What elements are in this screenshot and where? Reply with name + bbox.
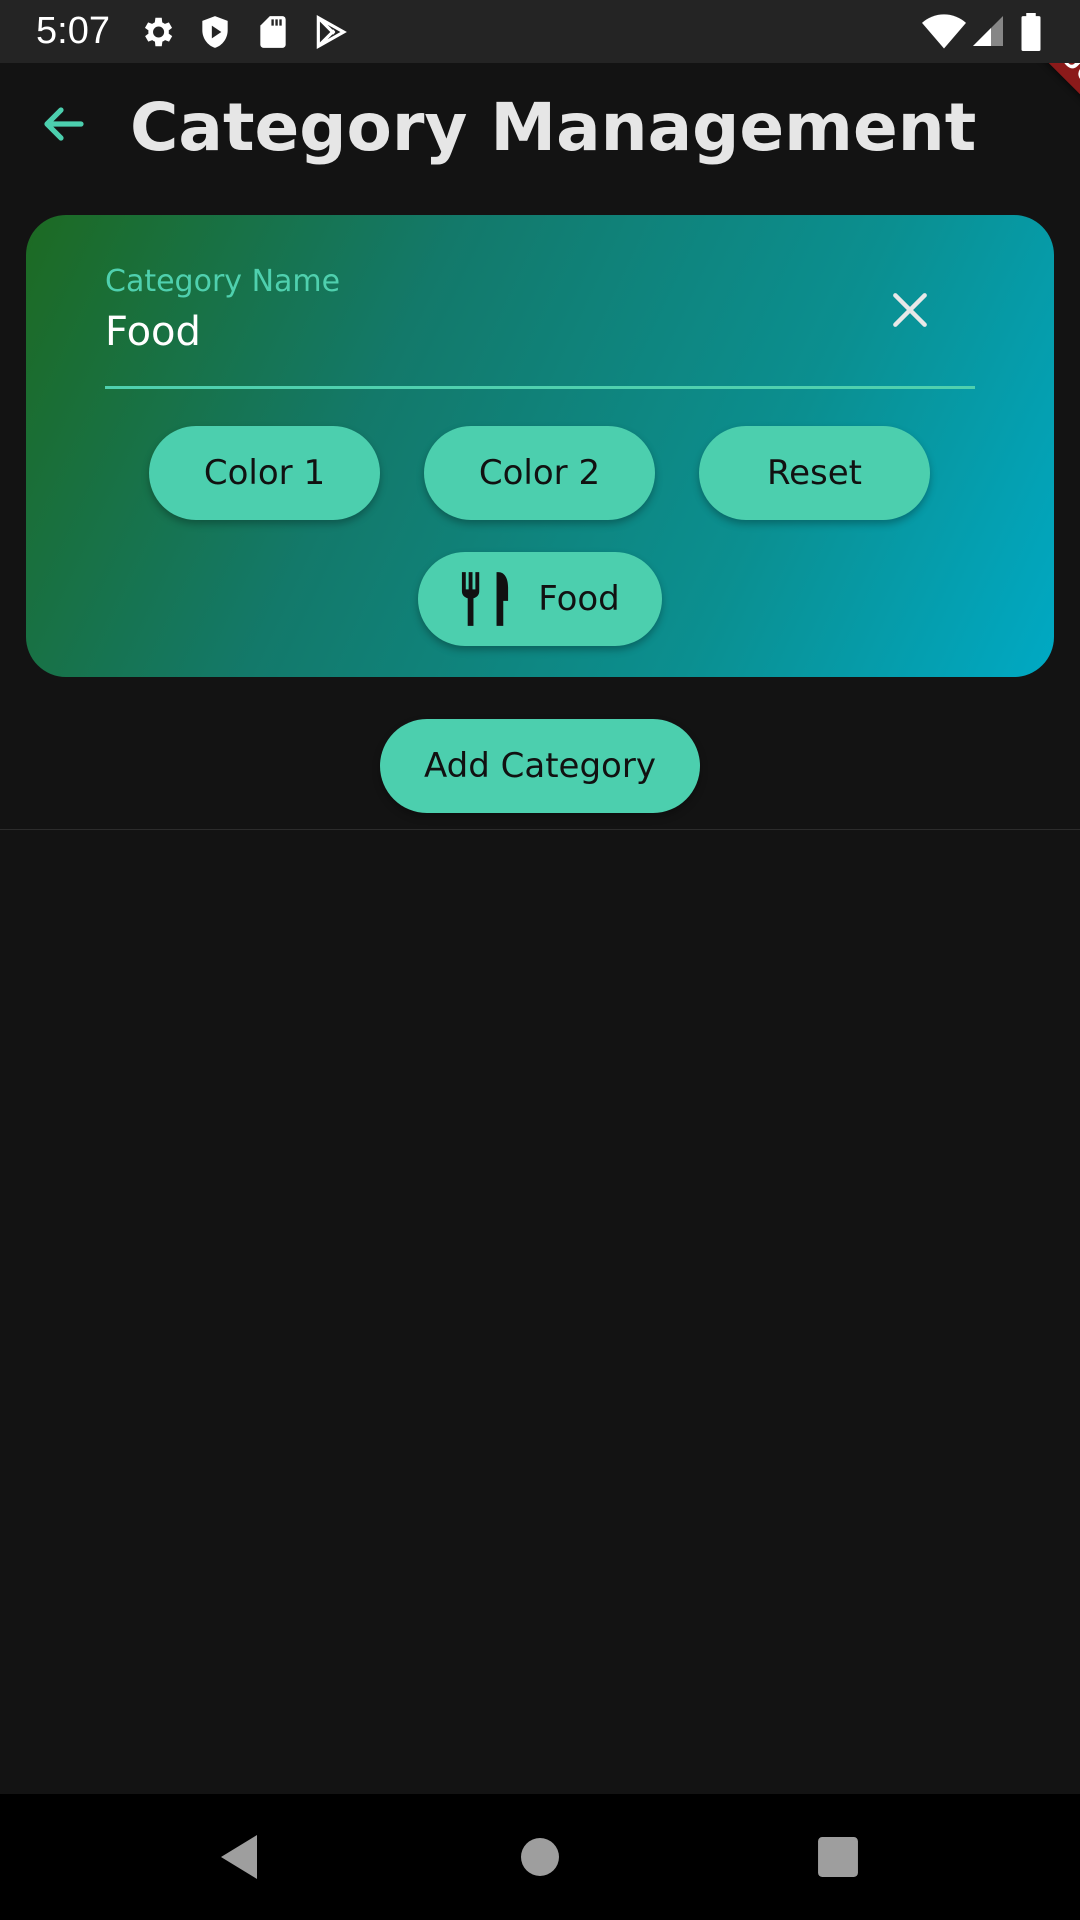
play-store-icon	[312, 13, 350, 55]
back-button[interactable]	[30, 96, 96, 156]
arrow-left-icon	[36, 100, 90, 152]
home-circle-icon	[520, 1837, 560, 1881]
shield-play-icon	[196, 13, 234, 55]
add-category-label: Add Category	[424, 746, 656, 786]
nav-home-button[interactable]	[505, 1824, 575, 1894]
divider	[0, 829, 1080, 830]
nav-recents-button[interactable]	[803, 1824, 873, 1894]
category-name-label: Category Name	[105, 264, 341, 299]
clear-input-button[interactable]	[880, 282, 940, 342]
category-name-input[interactable]	[105, 306, 865, 358]
battery-icon	[1018, 13, 1044, 55]
close-icon	[888, 288, 932, 336]
color-1-label: Color 1	[203, 453, 326, 493]
recents-square-icon	[817, 1836, 859, 1882]
category-icon-button[interactable]: Food	[418, 552, 662, 646]
wifi-icon	[922, 13, 966, 55]
color-1-button[interactable]: Color 1	[149, 426, 380, 520]
debug-banner: DEBUG	[975, 63, 1080, 131]
category-icon-label: Food	[538, 579, 620, 619]
signal-icon	[970, 13, 1006, 53]
input-underline	[105, 386, 975, 389]
color-2-label: Color 2	[478, 453, 601, 493]
reset-button[interactable]: Reset	[699, 426, 930, 520]
debug-banner-clip: DEBUG	[960, 63, 1080, 183]
sd-card-icon	[254, 13, 292, 55]
nav-back-button[interactable]	[204, 1824, 274, 1894]
add-category-button[interactable]: Add Category	[380, 719, 700, 813]
status-bar: 5:07	[0, 0, 1080, 63]
color-2-button[interactable]: Color 2	[424, 426, 655, 520]
utensils-icon	[460, 571, 510, 627]
settings-icon	[138, 13, 176, 55]
back-triangle-icon	[217, 1833, 261, 1885]
page-title: Category Management	[130, 89, 977, 166]
reset-label: Reset	[767, 453, 862, 493]
system-nav-bar	[0, 1794, 1080, 1920]
status-time: 5:07	[36, 10, 110, 52]
